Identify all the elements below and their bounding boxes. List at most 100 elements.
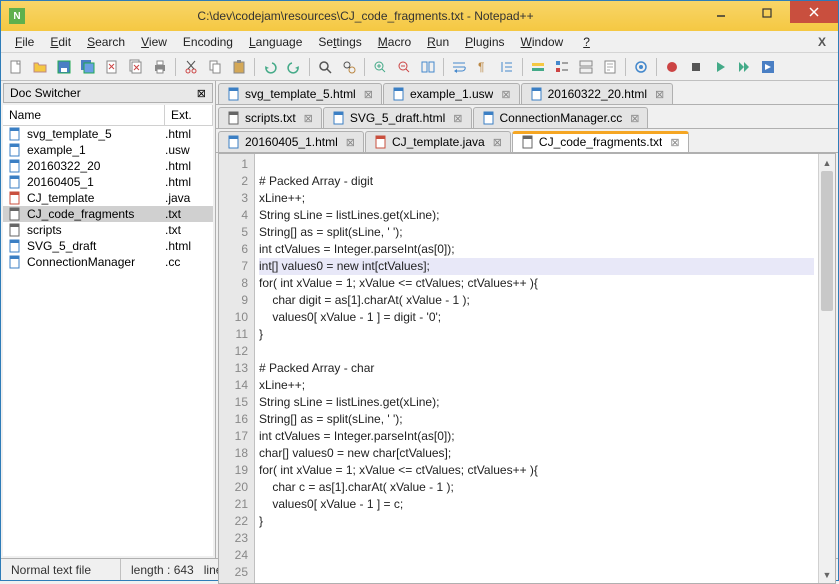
file-row[interactable]: example_1.usw [3, 142, 213, 158]
save-all-icon[interactable] [77, 56, 99, 78]
doc-switcher-headers[interactable]: Name Ext. [3, 105, 213, 126]
menu-help[interactable]: ? [575, 33, 598, 51]
file-name: svg_template_5 [27, 127, 165, 141]
col-ext[interactable]: Ext. [165, 105, 213, 125]
file-icon [7, 143, 23, 157]
menu-file[interactable]: File [7, 33, 42, 51]
tab[interactable]: svg_template_5.html⊠ [218, 83, 382, 104]
vertical-scrollbar[interactable]: ▲ ▼ [818, 154, 835, 583]
doc-map-icon[interactable] [599, 56, 621, 78]
save-icon[interactable] [53, 56, 75, 78]
scroll-down-icon[interactable]: ▼ [819, 566, 835, 583]
close-file-icon[interactable] [101, 56, 123, 78]
close-button[interactable] [790, 1, 838, 23]
tab-file-icon [227, 111, 241, 125]
file-icon [7, 255, 23, 269]
replace-icon[interactable] [338, 56, 360, 78]
tab-label: CJ_code_fragments.txt [539, 135, 662, 149]
doc-switcher-title: Doc Switcher ⊠ [3, 83, 213, 103]
menu-run[interactable]: Run [419, 33, 457, 51]
new-file-icon[interactable] [5, 56, 27, 78]
menu-search[interactable]: Search [79, 33, 133, 51]
tab[interactable]: 20160322_20.html⊠ [521, 83, 674, 104]
sync-scroll-icon[interactable] [417, 56, 439, 78]
tab[interactable]: example_1.usw⊠ [383, 83, 520, 104]
toolbar: ¶ [1, 53, 838, 81]
tab-close-icon[interactable]: ⊠ [304, 112, 313, 125]
language-icon[interactable] [527, 56, 549, 78]
zoom-out-icon[interactable] [393, 56, 415, 78]
menu-encoding[interactable]: Encoding [175, 33, 241, 51]
tab-close-icon[interactable]: ⊠ [364, 88, 373, 101]
show-all-chars-icon[interactable]: ¶ [472, 56, 494, 78]
file-name: 20160405_1 [27, 175, 165, 189]
tab[interactable]: CJ_code_fragments.txt ⊠ [512, 131, 689, 152]
menu-plugins[interactable]: Plugins [457, 33, 512, 51]
tab[interactable]: 20160405_1.html⊠ [218, 131, 364, 152]
tab-close-icon[interactable]: ⊠ [346, 136, 355, 149]
tab-label: SVG_5_draft.html [350, 111, 445, 125]
stop-macro-icon[interactable] [685, 56, 707, 78]
save-macro-icon[interactable] [757, 56, 779, 78]
zoom-in-icon[interactable] [369, 56, 391, 78]
file-row[interactable]: ConnectionManager.cc [3, 254, 213, 270]
tab[interactable]: CJ_template.java⊠ [365, 131, 511, 152]
menu-language[interactable]: Language [241, 33, 310, 51]
record-macro-icon[interactable] [661, 56, 683, 78]
file-name: SVG_5_draft [27, 239, 165, 253]
file-row[interactable]: 20160322_20.html [3, 158, 213, 174]
col-name[interactable]: Name [3, 105, 165, 125]
file-icon [7, 223, 23, 237]
close-all-icon[interactable] [125, 56, 147, 78]
doc-switcher-close-icon[interactable]: ⊠ [197, 87, 206, 100]
menu-view[interactable]: View [133, 33, 175, 51]
play-multi-icon[interactable] [733, 56, 755, 78]
editor-area: svg_template_5.html⊠example_1.usw⊠201603… [216, 81, 838, 558]
cut-icon[interactable] [180, 56, 202, 78]
scroll-thumb[interactable] [821, 171, 833, 311]
paste-icon[interactable] [228, 56, 250, 78]
tab-close-icon[interactable]: ⊠ [501, 88, 510, 101]
file-row[interactable]: SVG_5_draft.html [3, 238, 213, 254]
file-icon [7, 175, 23, 189]
file-row[interactable]: svg_template_5.html [3, 126, 213, 142]
doc-switcher-list[interactable]: svg_template_5.htmlexample_1.usw20160322… [3, 126, 213, 556]
tab-close-icon[interactable]: ⊠ [493, 136, 502, 149]
folder-as-workspace-icon[interactable] [575, 56, 597, 78]
undo-icon[interactable] [259, 56, 281, 78]
file-row[interactable]: scripts.txt [3, 222, 213, 238]
menu-settings[interactable]: Settings [310, 33, 369, 51]
tab-close-icon[interactable]: ⊠ [453, 112, 462, 125]
menu-macro[interactable]: Macro [370, 33, 419, 51]
menu-window[interactable]: Window [513, 33, 572, 51]
open-file-icon[interactable] [29, 56, 51, 78]
file-name: 20160322_20 [27, 159, 165, 173]
indent-guide-icon[interactable] [496, 56, 518, 78]
menubar: File Edit Search View Encoding Language … [1, 31, 838, 53]
file-row[interactable]: CJ_template.java [3, 190, 213, 206]
wordwrap-icon[interactable] [448, 56, 470, 78]
play-macro-icon[interactable] [709, 56, 731, 78]
menu-edit[interactable]: Edit [42, 33, 79, 51]
find-icon[interactable] [314, 56, 336, 78]
maximize-button[interactable] [744, 1, 790, 25]
tab-close-icon[interactable]: ⊠ [655, 88, 664, 101]
monitor-icon[interactable] [630, 56, 652, 78]
tab-close-icon[interactable]: ⊠ [630, 112, 639, 125]
tab-file-icon [392, 87, 406, 101]
file-name: CJ_template [27, 191, 165, 205]
code-editor[interactable]: # Packed Array - digitxLine++;String sLi… [255, 154, 818, 583]
file-row[interactable]: CJ_code_fragments.txt [3, 206, 213, 222]
scroll-up-icon[interactable]: ▲ [819, 154, 835, 171]
minimize-button[interactable] [698, 1, 744, 25]
tab[interactable]: ConnectionManager.cc⊠ [473, 107, 649, 128]
tab-close-icon[interactable]: ⊠ [670, 136, 679, 149]
copy-icon[interactable] [204, 56, 226, 78]
print-icon[interactable] [149, 56, 171, 78]
tab[interactable]: scripts.txt⊠ [218, 107, 322, 128]
tab[interactable]: SVG_5_draft.html ⊠ [323, 107, 472, 128]
menubar-close-icon[interactable]: X [812, 35, 832, 49]
function-list-icon[interactable] [551, 56, 573, 78]
file-row[interactable]: 20160405_1.html [3, 174, 213, 190]
redo-icon[interactable] [283, 56, 305, 78]
